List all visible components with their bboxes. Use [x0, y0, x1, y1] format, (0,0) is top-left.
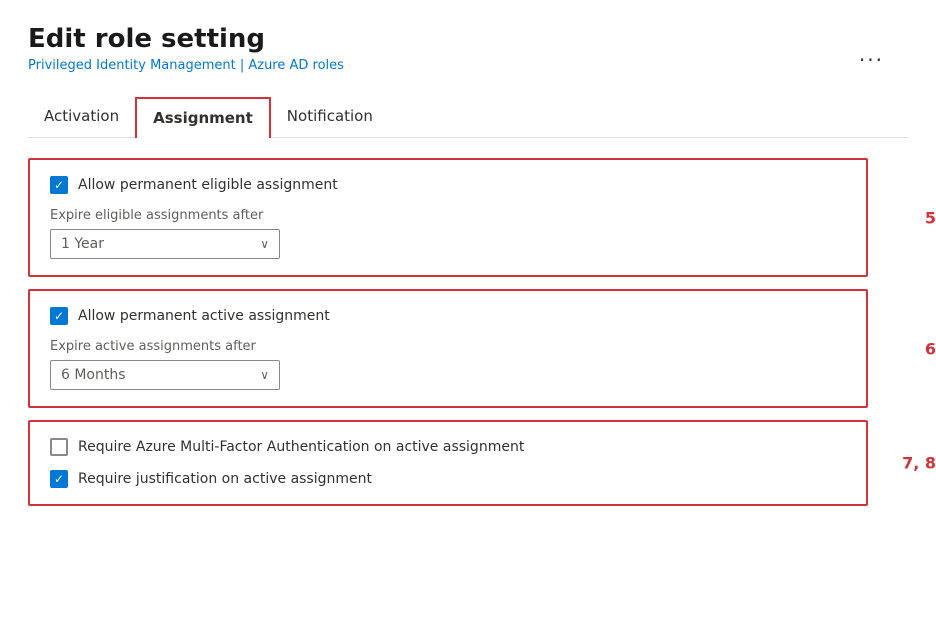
breadcrumb: Privileged Identity Management | Azure A… [28, 58, 908, 73]
section-6-number: 6 [925, 339, 936, 358]
require-mfa-label: Require Azure Multi-Factor Authenticatio… [78, 439, 524, 455]
section-5-box: ✓ Allow permanent eligible assignment Ex… [28, 158, 868, 277]
section-78-box: Require Azure Multi-Factor Authenticatio… [28, 420, 868, 506]
section-5-number: 5 [925, 208, 936, 227]
page-title: Edit role setting [28, 24, 908, 54]
require-justification-row: ✓ Require justification on active assign… [50, 470, 846, 488]
chevron-down-icon: ∨ [260, 368, 269, 382]
expire-active-value: 6 Months [61, 367, 126, 383]
expire-eligible-label: Expire eligible assignments after [50, 208, 846, 223]
allow-permanent-eligible-checkbox[interactable]: ✓ [50, 176, 68, 194]
allow-permanent-active-row: ✓ Allow permanent active assignment [50, 307, 846, 325]
expire-active-dropdown[interactable]: 6 Months ∨ [50, 360, 280, 390]
require-mfa-row: Require Azure Multi-Factor Authenticatio… [50, 438, 846, 456]
more-options-icon[interactable]: ··· [859, 48, 884, 72]
require-justification-label: Require justification on active assignme… [78, 471, 372, 487]
require-mfa-checkbox[interactable] [50, 438, 68, 456]
checkmark-icon: ✓ [54, 310, 64, 322]
require-justification-checkbox[interactable]: ✓ [50, 470, 68, 488]
tab-assignment[interactable]: Assignment [135, 97, 271, 138]
checkmark-icon: ✓ [54, 179, 64, 191]
allow-permanent-eligible-label: Allow permanent eligible assignment [78, 177, 338, 193]
section-78-number: 7, 8 [902, 454, 936, 473]
section-78-wrapper: Require Azure Multi-Factor Authenticatio… [28, 420, 908, 506]
checkmark-icon: ✓ [54, 473, 64, 485]
expire-eligible-value: 1 Year [61, 236, 104, 252]
allow-permanent-eligible-row: ✓ Allow permanent eligible assignment [50, 176, 846, 194]
section-6-box: ✓ Allow permanent active assignment Expi… [28, 289, 868, 408]
tab-activation[interactable]: Activation [28, 97, 135, 137]
allow-permanent-active-checkbox[interactable]: ✓ [50, 307, 68, 325]
section-6-wrapper: ✓ Allow permanent active assignment Expi… [28, 289, 908, 408]
section-5-wrapper: ✓ Allow permanent eligible assignment Ex… [28, 158, 908, 277]
chevron-down-icon: ∨ [260, 237, 269, 251]
allow-permanent-active-label: Allow permanent active assignment [78, 308, 330, 324]
tab-notification[interactable]: Notification [271, 97, 389, 137]
tabs-container: Activation Assignment Notification [28, 97, 908, 138]
expire-eligible-dropdown[interactable]: 1 Year ∨ [50, 229, 280, 259]
expire-active-label: Expire active assignments after [50, 339, 846, 354]
